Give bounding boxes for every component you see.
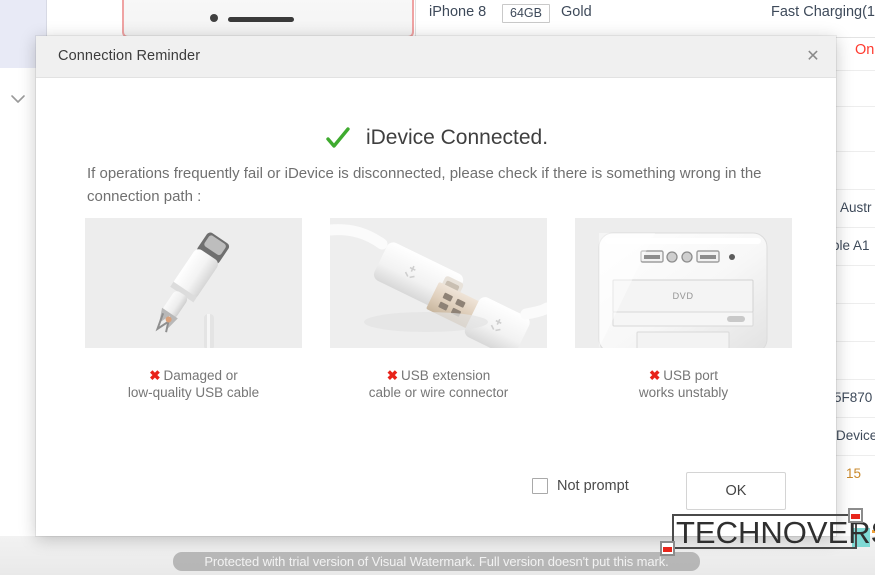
trial-watermark-notice: Protected with trial version of Visual W… (173, 552, 700, 571)
connection-reminder-dialog: Connection Reminder ✕ iDevice Connected.… (36, 36, 836, 536)
dialog-headline: iDevice Connected. (36, 124, 836, 152)
table-cell: Device (836, 428, 875, 443)
ok-button[interactable]: OK (686, 472, 786, 510)
dialog-body: iDevice Connected. If operations frequen… (36, 78, 836, 536)
device-charging-status: Fast Charging(1 (771, 4, 875, 20)
device-color-label: Gold (561, 4, 592, 20)
watermark-handle-icon[interactable] (660, 541, 675, 556)
usb-extension-photo (330, 218, 547, 348)
table-cell: Austr (840, 200, 872, 215)
reason-card: ✖ USB extension cable or wire connector (330, 218, 547, 401)
technoverse-watermark: TECHNOVERSE (660, 508, 875, 556)
dialog-footer: Not prompt OK (36, 472, 836, 512)
svg-text:DVD: DVD (672, 292, 693, 302)
check-icon (324, 124, 352, 152)
damaged-lightning-cable-illustration (85, 218, 302, 348)
dialog-paragraph: If operations frequently fail or iDevice… (87, 165, 762, 205)
reason-caption-line2: low-quality USB cable (127, 385, 260, 400)
table-cell-number: 15 (846, 466, 862, 481)
reason-caption-line2: cable or wire connector (368, 385, 509, 400)
reason-caption: ✖ Damaged or low-quality USB cable (85, 367, 302, 401)
phone-speaker-slot (228, 17, 294, 22)
app-screen: iPhone 8 64GB Gold Fast Charging(1 On Au… (0, 0, 875, 575)
reason-caption-line1: USB extension (401, 368, 491, 383)
phone-camera-dot (210, 14, 218, 22)
reason-card-list: ✖ Damaged or low-quality USB cable ✖ USB… (85, 218, 792, 401)
x-icon: ✖ (149, 368, 161, 383)
watermark-brand-text: TECHNOVERSE (676, 515, 875, 550)
x-icon: ✖ (386, 368, 398, 383)
reason-caption-line1: Damaged or (163, 368, 238, 383)
device-illustration (122, 0, 414, 38)
device-model-label: iPhone 8 (429, 4, 487, 20)
not-prompt-label: Not prompt (557, 478, 629, 494)
checkbox-box-icon[interactable] (532, 478, 548, 494)
pc-tower-usb-port-illustration: DVD (575, 218, 792, 348)
dialog-title: Connection Reminder (58, 48, 201, 64)
topbar-vertical-divider (415, 0, 416, 37)
device-capacity-chip: 64GB (502, 4, 550, 23)
reason-caption: ✖ USB port works unstably (575, 367, 792, 401)
pc-tower-photo: DVD (575, 218, 792, 348)
reason-caption: ✖ USB extension cable or wire connector (330, 367, 547, 401)
close-icon[interactable]: ✕ (800, 45, 826, 69)
watermark-handle-icon[interactable] (848, 508, 863, 523)
damaged-cable-photo (85, 218, 302, 348)
table-cell: ole A1 (832, 238, 870, 253)
status-badge: On (855, 42, 875, 58)
usb-extension-cable-illustration (330, 218, 547, 348)
reason-card: DVD ✖ USB port works unstably (575, 218, 792, 401)
not-prompt-checkbox[interactable]: Not prompt (532, 478, 629, 494)
reason-caption-line1: USB port (663, 368, 719, 383)
headline-text: iDevice Connected. (365, 126, 549, 149)
reason-card: ✖ Damaged or low-quality USB cable (85, 218, 302, 401)
chevron-down-icon[interactable] (9, 92, 27, 106)
table-cell: 5F870 (834, 390, 873, 405)
x-icon: ✖ (648, 368, 661, 383)
reason-caption-line2: works unstably (638, 385, 729, 400)
